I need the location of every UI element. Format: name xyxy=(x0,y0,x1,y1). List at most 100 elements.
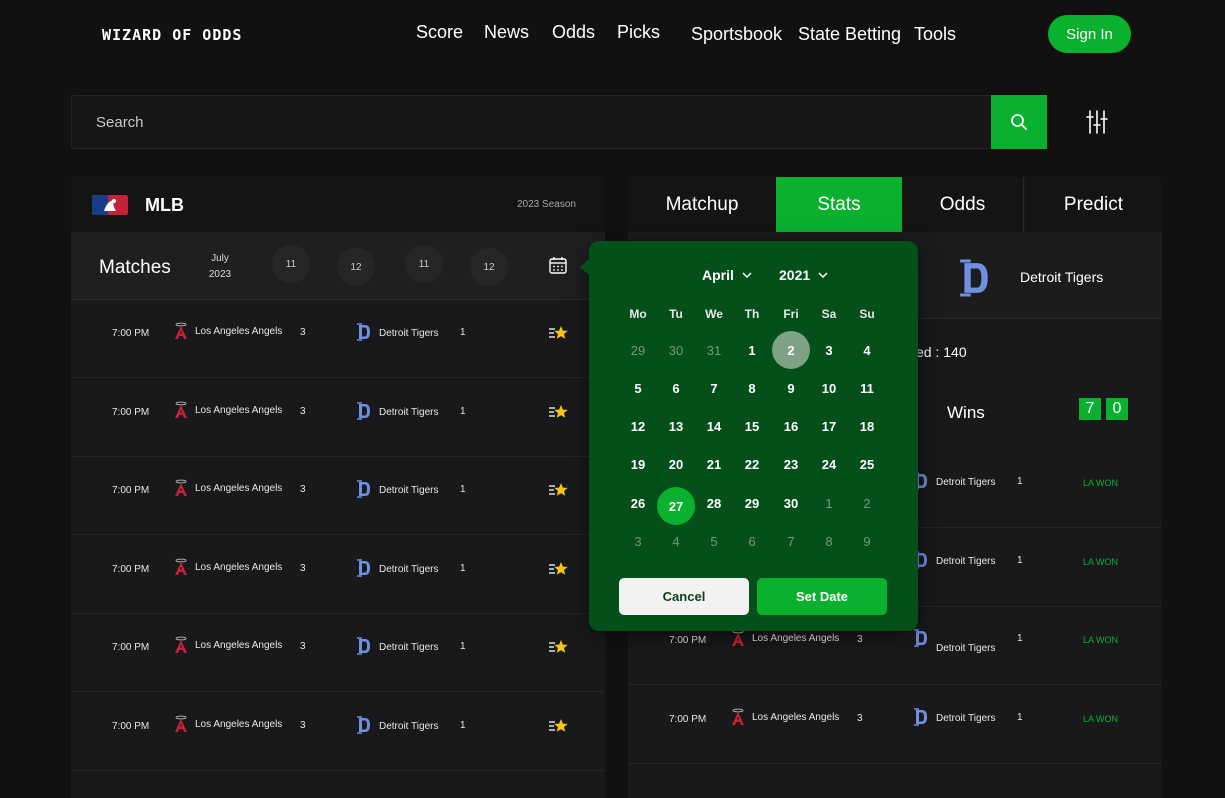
table-row[interactable]: 7:00 PM Los Angeles Angels 3 Detroit Tigers… xyxy=(71,457,605,535)
nav-state-betting[interactable]: State Betting xyxy=(798,24,901,45)
calendar-day[interactable]: 11 xyxy=(848,369,886,407)
games-played: ed : 140 xyxy=(916,344,967,360)
calendar-day[interactable]: 27 xyxy=(657,487,695,526)
calendar-day[interactable]: 22 xyxy=(733,446,771,484)
calendar-day[interactable]: 26 xyxy=(619,484,657,522)
sign-in-button[interactable]: Sign In xyxy=(1048,15,1131,53)
cancel-button[interactable]: Cancel xyxy=(619,578,749,615)
home-score: 3 xyxy=(300,405,306,417)
mlb-logo-icon xyxy=(92,195,128,215)
date-picker-popup: April 2021 Mo Tu We Th Fri Sa Su 29 30 31 1 2 3 4 5 6 7 8… xyxy=(580,241,918,631)
home-team-name: Los Angeles Angels xyxy=(752,633,840,644)
calendar-day[interactable]: 29 xyxy=(733,484,771,522)
calendar-day[interactable]: 9 xyxy=(848,523,886,561)
calendar-day[interactable]: 23 xyxy=(772,446,810,484)
angels-logo-icon xyxy=(173,479,189,497)
star-icon[interactable] xyxy=(549,403,569,421)
calendar-day[interactable]: 12 xyxy=(619,408,657,446)
calendar-day[interactable]: 20 xyxy=(657,446,695,484)
star-icon[interactable] xyxy=(549,717,569,735)
month-select[interactable]: April xyxy=(702,267,752,283)
search-input[interactable] xyxy=(72,96,991,148)
star-icon[interactable] xyxy=(549,324,569,342)
table-row[interactable]: 7:00 PM Los Angeles Angels 3 Detroit Tigers… xyxy=(71,693,605,771)
filter-button[interactable] xyxy=(1081,106,1113,138)
table-row[interactable]: 7:00 PM Los Angeles Angels 3 Detroit Tigers… xyxy=(71,536,605,614)
calendar-day[interactable]: 7 xyxy=(695,369,733,407)
tab-predict[interactable]: Predict xyxy=(1025,177,1162,232)
calendar-day[interactable]: 2 xyxy=(848,484,886,522)
calendar-day[interactable]: 18 xyxy=(848,408,886,446)
calendar-day[interactable]: 14 xyxy=(695,408,733,446)
home-score: 3 xyxy=(300,327,306,338)
league-title: MLB xyxy=(145,195,184,215)
calendar-day[interactable]: 15 xyxy=(733,408,771,446)
site-logo[interactable]: WIZARD OF ODDS xyxy=(102,26,242,44)
nav-picks[interactable]: Picks xyxy=(617,22,660,43)
calendar-day[interactable]: 13 xyxy=(657,408,695,446)
table-row[interactable]: 7:00 PM Los Angeles Angels 3 Detroit Tigers… xyxy=(71,379,605,457)
star-icon[interactable] xyxy=(549,638,569,656)
calendar-day[interactable]: 25 xyxy=(848,446,886,484)
star-icon[interactable] xyxy=(549,560,569,578)
calendar-day[interactable]: 4 xyxy=(848,331,886,369)
calendar-day[interactable]: 21 xyxy=(695,446,733,484)
calendar-day[interactable]: 5 xyxy=(619,369,657,407)
star-icon[interactable] xyxy=(549,481,569,499)
year-select[interactable]: 2021 xyxy=(779,267,828,283)
calendar-day[interactable]: 28 xyxy=(695,484,733,522)
calendar-day[interactable]: 1 xyxy=(810,484,848,522)
calendar-day[interactable]: 4 xyxy=(657,523,695,561)
nav-score[interactable]: Score xyxy=(416,22,463,43)
match-time: 7:00 PM xyxy=(669,713,707,725)
calendar-day[interactable]: 30 xyxy=(772,484,810,522)
calendar-day[interactable]: 8 xyxy=(810,523,848,561)
search-button[interactable] xyxy=(991,95,1047,149)
nav-sportsbook[interactable]: Sportsbook xyxy=(691,24,782,45)
tab-odds[interactable]: Odds xyxy=(902,177,1024,232)
set-date-button[interactable]: Set Date xyxy=(757,578,887,615)
calendar-day[interactable]: 8 xyxy=(733,369,771,407)
calendar-day[interactable]: 31 xyxy=(695,331,733,369)
nav-tools[interactable]: Tools xyxy=(914,24,956,45)
calendar-day[interactable]: 6 xyxy=(657,369,695,407)
calendar-day[interactable]: 29 xyxy=(619,331,657,369)
calendar-day[interactable]: 6 xyxy=(733,523,771,561)
calendar-day[interactable]: 10 xyxy=(810,369,848,407)
tab-stats[interactable]: Stats xyxy=(776,177,902,232)
calendar-day[interactable]: 2 xyxy=(772,331,810,369)
angels-logo-icon xyxy=(173,636,189,654)
tigers-logo-icon xyxy=(356,323,372,341)
wins-digit: 0 xyxy=(1106,398,1128,420)
date-chip[interactable]: 12 xyxy=(337,248,375,286)
date-chip[interactable]: 12 xyxy=(470,248,508,286)
calendar-day[interactable]: 5 xyxy=(695,523,733,561)
calendar-day[interactable]: 24 xyxy=(810,446,848,484)
home-score: 3 xyxy=(300,484,306,495)
calendar-day[interactable]: 16 xyxy=(772,408,810,446)
nav-odds[interactable]: Odds xyxy=(552,22,595,43)
calendar-day[interactable]: 19 xyxy=(619,446,657,484)
calendar-day[interactable]: 30 xyxy=(657,331,695,369)
nav-news[interactable]: News xyxy=(484,22,529,43)
result-label: LA WON xyxy=(1083,635,1119,645)
month-name: July xyxy=(211,253,229,264)
date-chip[interactable]: 11 xyxy=(405,245,443,283)
table-row[interactable]: 7:00 PM Los Angeles Angels 3 Detroit Tigers… xyxy=(71,614,605,692)
away-team-name: Detroit Tigers xyxy=(379,406,439,418)
date-chip[interactable]: 11 xyxy=(272,245,310,283)
calendar-day[interactable]: 3 xyxy=(619,523,657,561)
table-row[interactable]: 7:00 PM Los Angeles Angels 3 Detroit Tigers… xyxy=(628,686,1162,764)
tigers-logo-icon xyxy=(913,707,929,726)
calendar-day[interactable]: 3 xyxy=(810,331,848,369)
calendar-day[interactable]: 7 xyxy=(772,523,810,561)
calendar-day[interactable]: 9 xyxy=(772,369,810,407)
tigers-logo-icon xyxy=(356,558,372,577)
calendar-day[interactable]: 1 xyxy=(733,331,771,369)
weekday-label: Su xyxy=(859,307,875,321)
home-team-name: Los Angeles Angels xyxy=(195,718,283,730)
calendar-day[interactable]: 17 xyxy=(810,408,848,446)
calendar-icon[interactable] xyxy=(548,255,568,275)
table-row[interactable]: 7:00 PM Los Angeles Angels 3 Detroit Tigers… xyxy=(71,300,605,378)
tab-matchup[interactable]: Matchup xyxy=(628,177,776,232)
